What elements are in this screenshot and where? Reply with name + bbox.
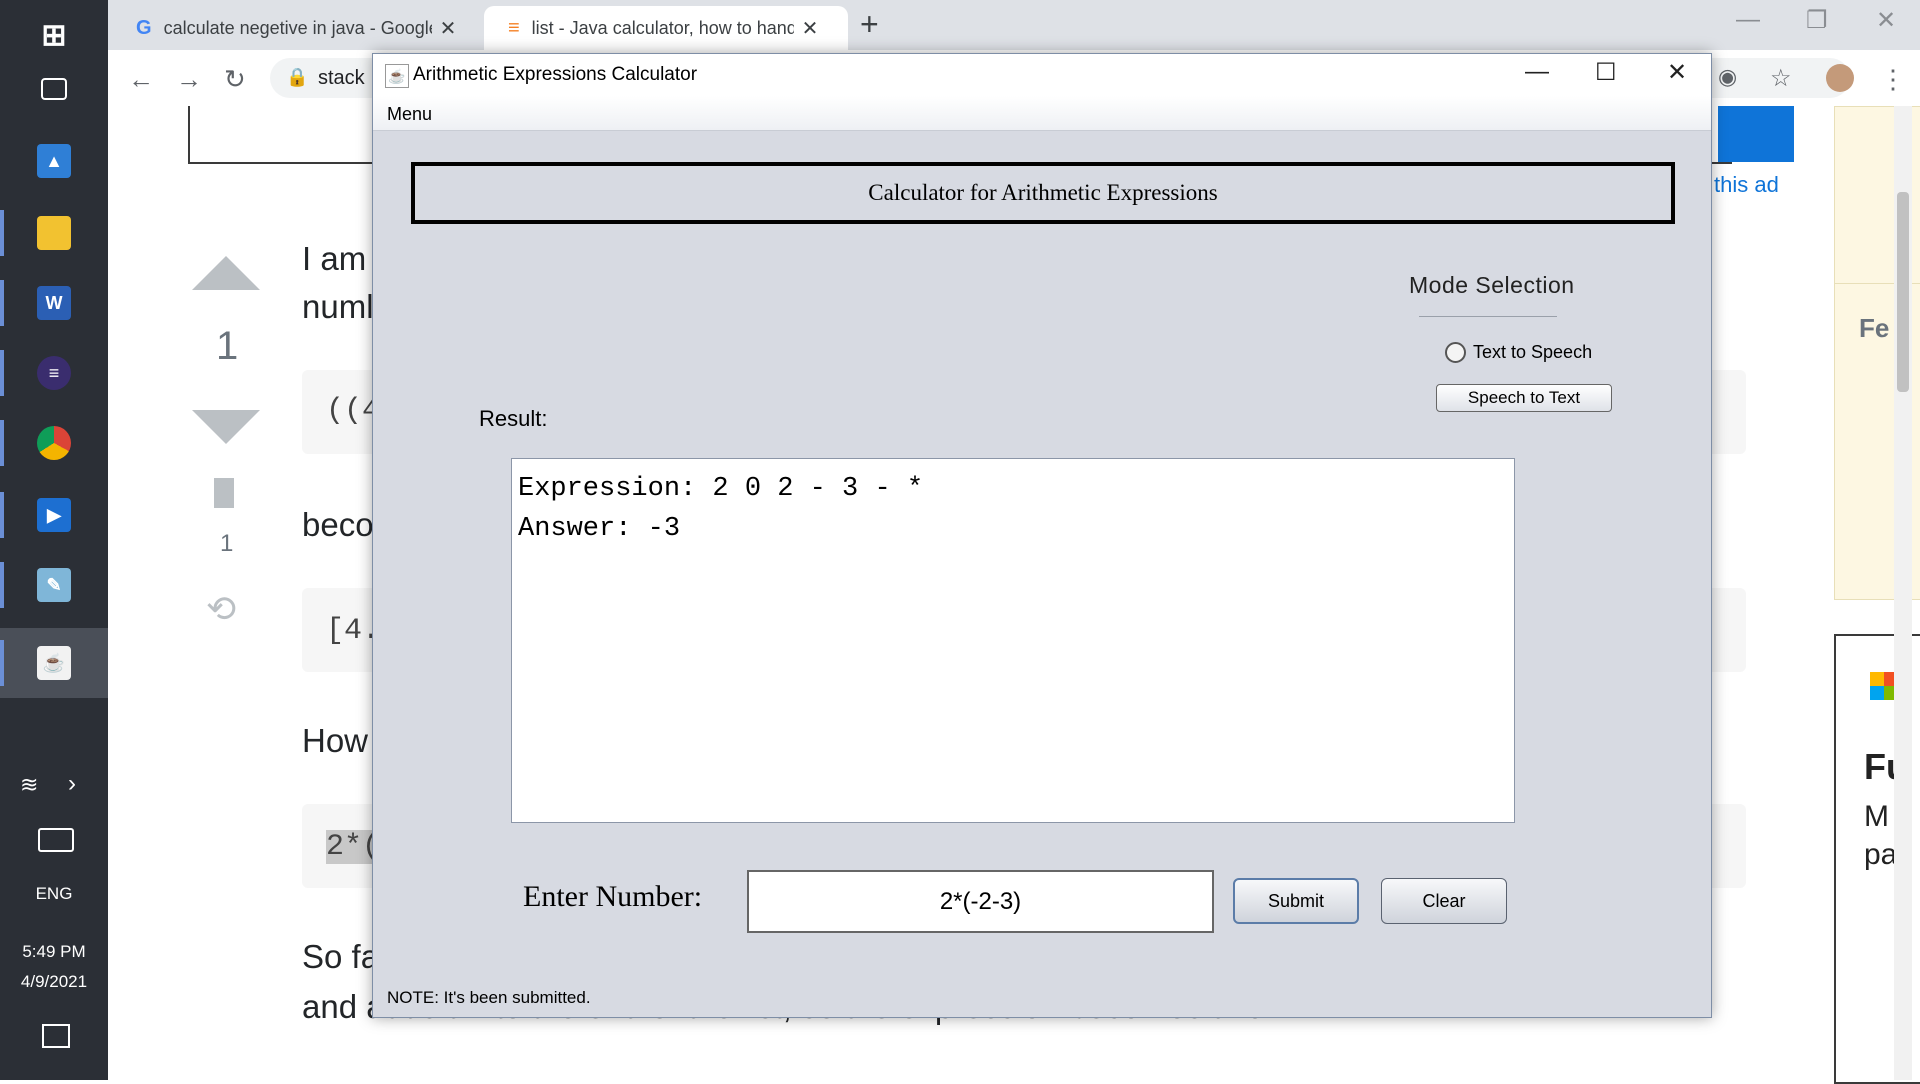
eye-slash-icon[interactable]: ◉ <box>1718 64 1737 90</box>
avatar[interactable] <box>1826 64 1854 92</box>
ad-link[interactable]: this ad <box>1714 172 1779 198</box>
close-icon[interactable]: ✕ <box>802 16 819 41</box>
tab-title: list - Java calculator, how to handl <box>531 17 794 38</box>
eclipse-icon: ≡ <box>37 356 71 390</box>
windows-taskbar: ⊞ ▲ W ≡ ▶ ✎ ☕ ≋ › ENG 5:49 PM 4/9/2021 <box>0 0 108 1080</box>
lock-icon: 🔒 <box>286 67 309 87</box>
close-icon[interactable]: ✕ <box>1667 58 1687 87</box>
text-to-speech-label[interactable]: Text to Speech <box>1473 342 1592 363</box>
chrome-tab-strip: G calculate negetive in java - Google ✕ … <box>108 0 1920 50</box>
url-text: stack <box>318 67 365 89</box>
question-text: beco <box>302 506 374 543</box>
folder-icon <box>37 216 71 250</box>
close-window-icon[interactable]: ✕ <box>1876 6 1896 35</box>
question-text: How <box>302 722 369 759</box>
result-answer-line: Answer: -3 <box>518 514 681 544</box>
ad-blue-block <box>1718 106 1794 162</box>
clear-button[interactable]: Clear <box>1381 878 1507 924</box>
question-text: I am <box>302 240 367 277</box>
menu-bar: Menu <box>373 96 1711 131</box>
chevron-right-icon[interactable]: › <box>68 770 76 798</box>
text-to-speech-radio[interactable] <box>1445 342 1466 363</box>
status-note: NOTE: It's been submitted. <box>387 988 591 1007</box>
play-icon: ▶ <box>37 498 71 532</box>
page-scrollbar[interactable] <box>1894 106 1912 1080</box>
notifications-icon[interactable] <box>42 1024 70 1048</box>
clock-time[interactable]: 5:49 PM <box>0 942 108 962</box>
tab-title: calculate negetive in java - Google <box>163 17 432 38</box>
upvote-icon[interactable] <box>192 256 260 290</box>
minimize-icon[interactable]: — <box>1525 58 1549 86</box>
star-icon[interactable]: ☆ <box>1770 64 1792 93</box>
mode-selection-title: Mode Selection <box>1409 272 1575 298</box>
menu-item-menu[interactable]: Menu <box>387 104 432 125</box>
reload-icon[interactable]: ↻ <box>224 64 246 95</box>
restore-icon[interactable]: ❐ <box>1806 6 1828 35</box>
task-view-button[interactable] <box>0 54 108 124</box>
taskbar-media[interactable]: ▶ <box>0 480 108 550</box>
chrome-icon <box>37 426 71 460</box>
submit-button[interactable]: Submit <box>1233 878 1359 924</box>
divider <box>1419 316 1557 317</box>
history-icon[interactable]: ⟲ <box>206 588 236 630</box>
question-text: numl <box>302 288 374 325</box>
taskbar-java[interactable]: ☕ <box>0 628 108 698</box>
clock-date[interactable]: 4/9/2021 <box>0 972 108 992</box>
number-input[interactable] <box>747 870 1214 933</box>
forward-arrow-icon[interactable]: → <box>176 64 202 95</box>
stackoverflow-icon: ≡ <box>508 16 520 39</box>
speech-to-text-button[interactable]: Speech to Text <box>1436 384 1612 412</box>
result-label: Result: <box>479 406 548 431</box>
enter-number-label: Enter Number: <box>523 880 703 913</box>
notepad-icon: ✎ <box>37 568 71 602</box>
window-title-bar[interactable]: ☕ Arithmetic Expressions Calculator — ☐ … <box>373 54 1711 96</box>
result-expression-line: Expression: 2 0 2 - 3 - * <box>518 474 924 504</box>
banner-title: Calculator for Arithmetic Expressions <box>868 180 1218 205</box>
minimize-icon[interactable]: — <box>1736 6 1760 34</box>
tab-google-search[interactable]: G calculate negetive in java - Google ✕ <box>136 6 496 50</box>
taskbar-notepad[interactable]: ✎ <box>0 550 108 620</box>
question-text: So fa <box>302 938 380 975</box>
window-title: Arithmetic Expressions Calculator <box>413 64 698 85</box>
taskbar-chrome[interactable] <box>0 408 108 478</box>
photos-icon: ▲ <box>37 144 71 178</box>
app-banner: Calculator for Arithmetic Expressions <box>411 162 1675 224</box>
windows-logo-icon: ⊞ <box>41 18 67 52</box>
back-arrow-icon[interactable]: ← <box>128 64 154 95</box>
wifi-icon[interactable]: ≋ <box>20 772 38 798</box>
calculator-window: ☕ Arithmetic Expressions Calculator — ☐ … <box>372 53 1712 1018</box>
bookmark-count: 1 <box>220 530 234 557</box>
new-tab-button[interactable]: + <box>860 6 879 43</box>
scrollbar-thumb[interactable] <box>1897 192 1909 392</box>
keyboard-icon[interactable] <box>38 828 74 852</box>
java-icon: ☕ <box>385 64 409 88</box>
vote-count: 1 <box>216 324 239 368</box>
java-icon: ☕ <box>37 646 71 680</box>
task-view-icon <box>41 78 67 100</box>
word-icon: W <box>37 286 71 320</box>
close-icon[interactable]: ✕ <box>440 16 457 41</box>
kebab-menu-icon[interactable]: ⋮ <box>1880 64 1906 95</box>
downvote-icon[interactable] <box>192 410 260 444</box>
taskbar-eclipse[interactable]: ≡ <box>0 338 108 408</box>
bookmark-icon[interactable] <box>214 478 234 508</box>
result-textarea[interactable]: Expression: 2 0 2 - 3 - * Answer: -3 <box>511 458 1515 823</box>
maximize-icon[interactable]: ☐ <box>1595 58 1617 87</box>
taskbar-word[interactable]: W <box>0 268 108 338</box>
google-icon: G <box>136 16 152 39</box>
tab-stackoverflow[interactable]: ≡ list - Java calculator, how to handl ✕ <box>484 6 848 50</box>
language-indicator[interactable]: ENG <box>0 884 108 904</box>
taskbar-photos[interactable]: ▲ <box>0 126 108 196</box>
taskbar-file-explorer[interactable] <box>0 198 108 268</box>
